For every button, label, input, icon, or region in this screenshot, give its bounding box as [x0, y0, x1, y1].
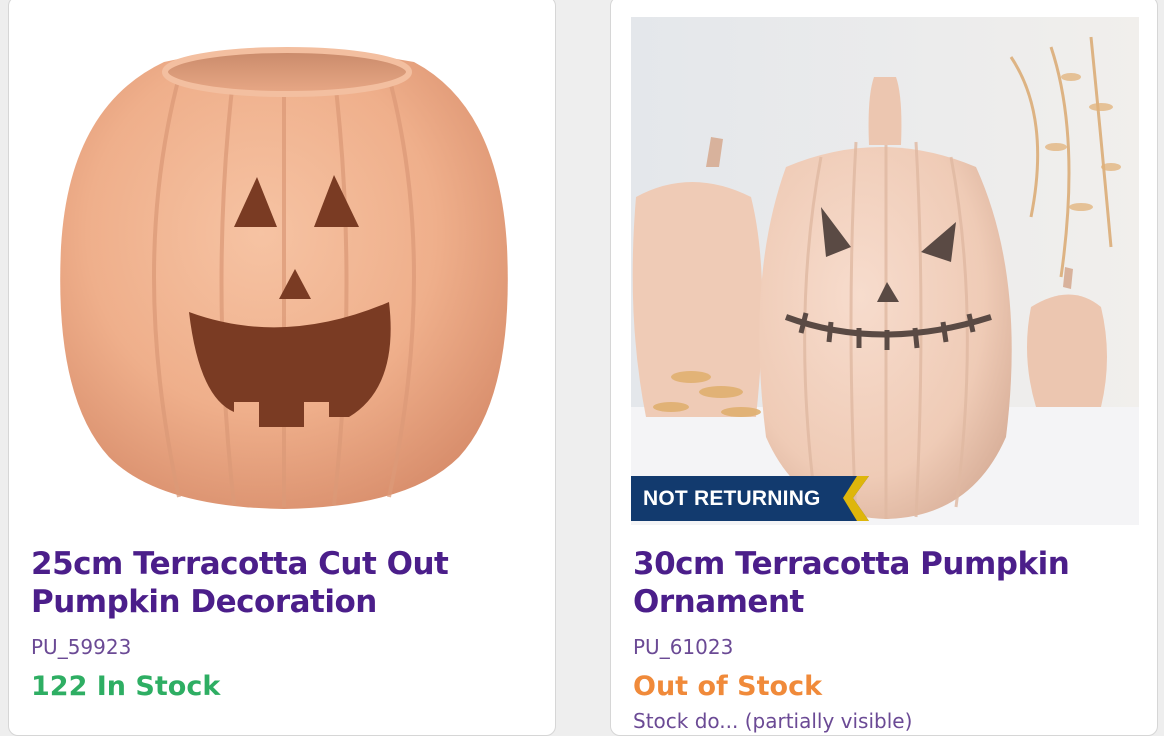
product-sku: PU_61023 [633, 635, 734, 659]
product-card[interactable]: 25cm Terracotta Cut Out Pumpkin Decorati… [8, 0, 556, 736]
stock-status: Out of Stock [633, 671, 823, 702]
product-sku: PU_59923 [31, 635, 132, 659]
product-card[interactable]: NOT RETURNING 30cm Terracotta Pumpkin Or… [610, 0, 1158, 736]
stock-status: 122 In Stock [31, 671, 221, 702]
product-title[interactable]: 30cm Terracotta Pumpkin Ornament [633, 545, 1133, 621]
product-image[interactable] [29, 17, 537, 525]
product-title[interactable]: 25cm Terracotta Cut Out Pumpkin Decorati… [31, 545, 531, 621]
product-image[interactable]: NOT RETURNING [631, 17, 1139, 525]
badge-label: NOT RETURNING [643, 487, 821, 510]
stock-note: Stock do... (partially visible) [633, 709, 913, 733]
not-returning-badge: NOT RETURNING [631, 476, 869, 521]
